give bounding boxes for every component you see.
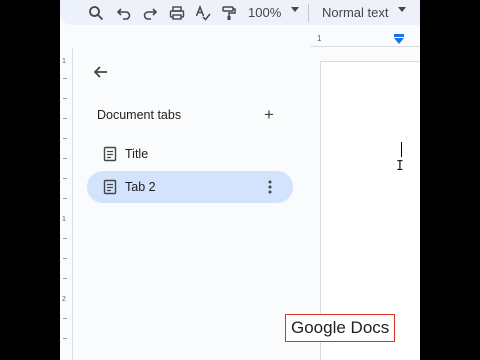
ruler-tick — [63, 98, 67, 99]
ruler-tick — [63, 158, 67, 159]
more-vert-icon[interactable] — [263, 179, 277, 195]
zoom-select[interactable]: 100% — [248, 5, 281, 20]
docs-window: 100% Normal text 1 1 1 2 Document tabs + — [60, 0, 420, 360]
vertical-ruler-number: 2 — [62, 296, 66, 303]
ruler-tick — [63, 118, 67, 119]
undo-icon[interactable] — [115, 4, 133, 22]
ruler-tick — [63, 318, 67, 319]
redo-icon[interactable] — [141, 4, 159, 22]
ruler-number: 1 — [317, 34, 322, 43]
spellcheck-icon[interactable] — [194, 4, 212, 22]
vertical-ruler: 1 1 2 — [60, 48, 73, 360]
document-icon — [103, 179, 117, 195]
chevron-down-icon[interactable] — [398, 7, 406, 12]
ruler-tick — [63, 258, 67, 259]
plus-icon[interactable]: + — [264, 106, 274, 123]
horizontal-ruler[interactable]: 1 — [310, 32, 420, 47]
ruler-tick — [63, 278, 67, 279]
print-icon[interactable] — [168, 4, 186, 22]
chevron-down-icon[interactable] — [291, 7, 299, 12]
arrow-back-icon[interactable] — [92, 63, 110, 81]
ruler-tick — [63, 338, 67, 339]
tab-label: Title — [125, 147, 149, 161]
ruler-tick — [63, 78, 67, 79]
vertical-ruler-number: 1 — [62, 216, 66, 223]
ruler-tick — [63, 178, 67, 179]
ruler-tick — [63, 198, 67, 199]
paint-format-icon[interactable] — [220, 4, 238, 22]
ruler-tick — [63, 238, 67, 239]
watermark-label: Google Docs — [285, 314, 396, 342]
tab-item-tab-2[interactable]: Tab 2 — [87, 171, 293, 203]
paragraph-style-select[interactable]: Normal text — [322, 5, 388, 20]
vertical-ruler-number: 1 — [62, 58, 66, 65]
ruler-tick — [63, 138, 67, 139]
ibeam-cursor-icon: I — [396, 159, 404, 174]
tab-label: Tab 2 — [125, 180, 156, 194]
tab-item-title[interactable]: Title — [87, 138, 293, 170]
first-line-indent-marker[interactable] — [394, 34, 404, 37]
document-tabs-heading: Document tabs — [97, 108, 182, 122]
search-icon[interactable] — [87, 4, 105, 22]
text-cursor — [401, 142, 402, 157]
toolbar: 100% Normal text — [60, 0, 420, 25]
toolbar-divider — [308, 4, 309, 22]
document-icon — [103, 146, 117, 162]
left-indent-marker[interactable] — [394, 38, 404, 44]
